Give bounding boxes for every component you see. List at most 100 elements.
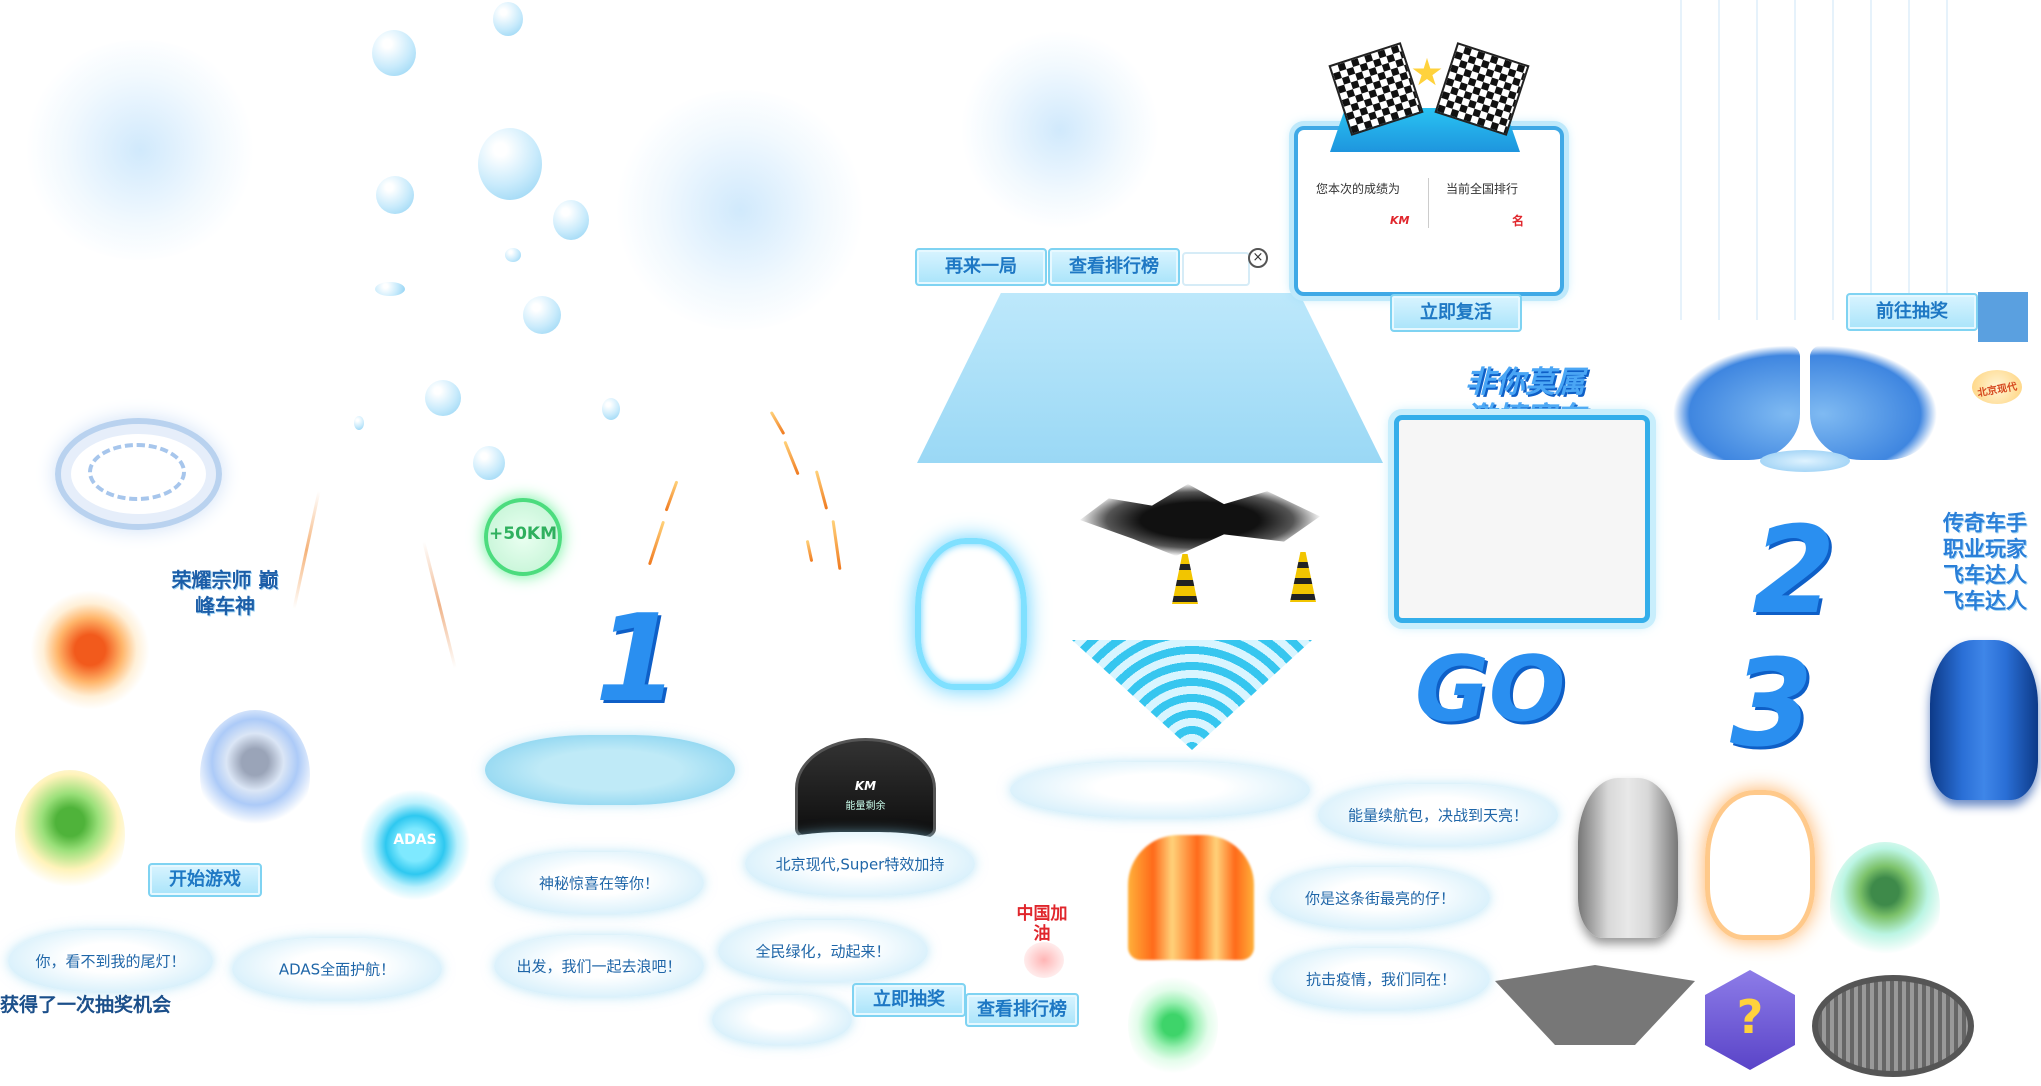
cloud-super-effect: 北京现代,Super特效加持 (745, 832, 975, 896)
dashboard-energy: 能量剩余 (845, 801, 886, 812)
mystery-box-icon: ? (1705, 970, 1795, 1070)
droplet-icon (478, 128, 542, 200)
color-swatch (1978, 292, 2028, 342)
cloud-super-effect-text: 北京现代,Super特效加持 (775, 855, 945, 874)
spark-icon (805, 539, 814, 563)
racing-frame (1394, 415, 1650, 623)
cloud-go-wave: 出发，我们一起去浪吧！ (494, 935, 704, 997)
droplet-icon (553, 200, 589, 240)
droplet-icon (505, 248, 521, 262)
cloud-brightest: 你是这条街最亮的仔！ (1270, 867, 1490, 929)
china-fuel-label: 中国加油 (1016, 904, 1068, 944)
countdown-three: 3 (1730, 635, 1814, 774)
go-lottery-button[interactable]: 前往抽奖 (1846, 293, 1978, 331)
china-fuel-orb (1024, 942, 1064, 978)
brand-badge-label: 北京现代 (1976, 381, 2018, 400)
wings-icon (1810, 345, 1938, 460)
lottery-chance-text: 获得了一次抽奖机会 (0, 994, 172, 1016)
result-score-unit: KM (1390, 214, 1410, 227)
result-score-label: 您本次的成绩为 (1316, 182, 1401, 196)
result-rank-label: 当前全国排行 (1446, 182, 1519, 196)
blank-button-frame (1182, 252, 1250, 286)
droplet-icon (375, 282, 405, 296)
speed-line (422, 541, 457, 669)
grey-fan-icon (1495, 965, 1695, 1045)
droplet-icon (354, 416, 364, 430)
sprout-icon (15, 770, 125, 900)
cloud-tail-light-text: 你，看不到我的尾灯！ (35, 952, 186, 971)
china-fuel-badge: 中国加油 (1012, 900, 1082, 980)
spark-icon (814, 470, 829, 510)
tech-lines (1680, 0, 1970, 320)
droplet-icon (602, 398, 620, 420)
question-mark: ? (1736, 990, 1764, 1044)
cloud-green-drive-text: 全民绿化，动起来！ (755, 942, 891, 961)
traffic-cone-icon (1290, 552, 1316, 602)
dashboard-icon: KM 能量剩余 (795, 738, 936, 839)
countdown-one: 1 (595, 590, 679, 729)
cloud-brightest-text: 你是这条街最亮的仔！ (1304, 889, 1455, 908)
cloud-plain (712, 995, 852, 1045)
slogan-right-line2: 职业玩家 (1943, 537, 2027, 561)
bonus-km-label: +50KM (489, 524, 557, 544)
slogan-right-line4: 飞车达人 (1943, 589, 2027, 613)
traffic-cone-icon (1172, 554, 1198, 604)
light-beam (917, 293, 1383, 463)
slogan-right-line3: 飞车达人 (1943, 563, 2027, 587)
crater-icon (1080, 484, 1320, 556)
dashboard-km: KM (854, 779, 877, 793)
star-icon (1412, 58, 1442, 86)
view-rank-button[interactable]: 查看排行榜 (1048, 248, 1180, 286)
portal-ring-inner (88, 443, 186, 501)
revive-button[interactable]: 立即复活 (1390, 294, 1522, 332)
spark-icon (769, 410, 786, 436)
cloud-anti-epidemic: 抗击疫情，我们同在！ (1272, 948, 1490, 1010)
slogan-left: 荣耀宗师 巅峰车神 (171, 568, 279, 618)
cloud-adas-nav-text: ADAS全面护航！ (278, 960, 396, 979)
wings-icon (1672, 345, 1800, 460)
view-rank-bottom-button[interactable]: 查看排行榜 (965, 993, 1079, 1027)
cloud-surprise: 神秘惊喜在等你！ (494, 852, 704, 914)
cloud-green-drive: 全民绿化，动起来！ (718, 920, 928, 982)
cloud-energy-pack-text: 能量续航包，决战到天亮！ (1347, 806, 1528, 825)
wings-pedestal (1760, 450, 1850, 472)
start-game-button[interactable]: 开始游戏 (148, 863, 262, 897)
engine-icon (30, 590, 150, 710)
cloud-plain-center (1010, 762, 1310, 818)
countdown-go: GO (1415, 637, 1566, 742)
earth-icon (1830, 842, 1940, 972)
result-divider (1428, 178, 1429, 228)
speed-line (292, 490, 321, 610)
cloud-surprise-text: 神秘惊喜在等你！ (538, 874, 659, 893)
spark-icon (647, 520, 666, 566)
cloud-go-wave-text: 出发，我们一起去浪吧！ (516, 957, 682, 976)
car-outline-glow (915, 538, 1027, 690)
energy-fan-icon (1072, 640, 1312, 750)
close-icon[interactable]: × (1248, 248, 1268, 268)
cloud-anti-epidemic-text: 抗击疫情，我们同在！ (1305, 970, 1456, 989)
play-again-button[interactable]: 再来一局 (915, 248, 1047, 286)
battery-icon (1128, 970, 1218, 1080)
spark-icon (831, 520, 842, 570)
car-icon (1930, 640, 2038, 800)
countdown-two: 2 (1752, 502, 1836, 641)
puddle-icon (485, 735, 735, 805)
droplet-icon (523, 296, 561, 334)
hyundai-logo-icon (200, 710, 310, 840)
brand-badge: 北京现代 (1972, 370, 2022, 404)
adas-label: ADAS (393, 832, 437, 848)
racing-title-line1: 非你莫属 (1465, 365, 1585, 400)
bonus-km-badge: +50KM (484, 498, 562, 576)
cloud-tail-light: 你，看不到我的尾灯！ (8, 930, 213, 992)
adas-icon: ADAS (355, 790, 475, 900)
car-outline-orange (1705, 790, 1815, 940)
droplet-icon (493, 2, 523, 36)
droplet-icon (425, 380, 461, 416)
droplet-icon (376, 176, 414, 214)
draw-now-button[interactable]: 立即抽奖 (852, 983, 966, 1017)
droplet-icon (372, 30, 416, 76)
cloud-energy-pack: 能量续航包，决战到天亮！ (1318, 784, 1558, 846)
spark-icon (783, 440, 800, 476)
glow-top-right (960, 30, 1160, 230)
glow-top-center (610, 90, 870, 330)
